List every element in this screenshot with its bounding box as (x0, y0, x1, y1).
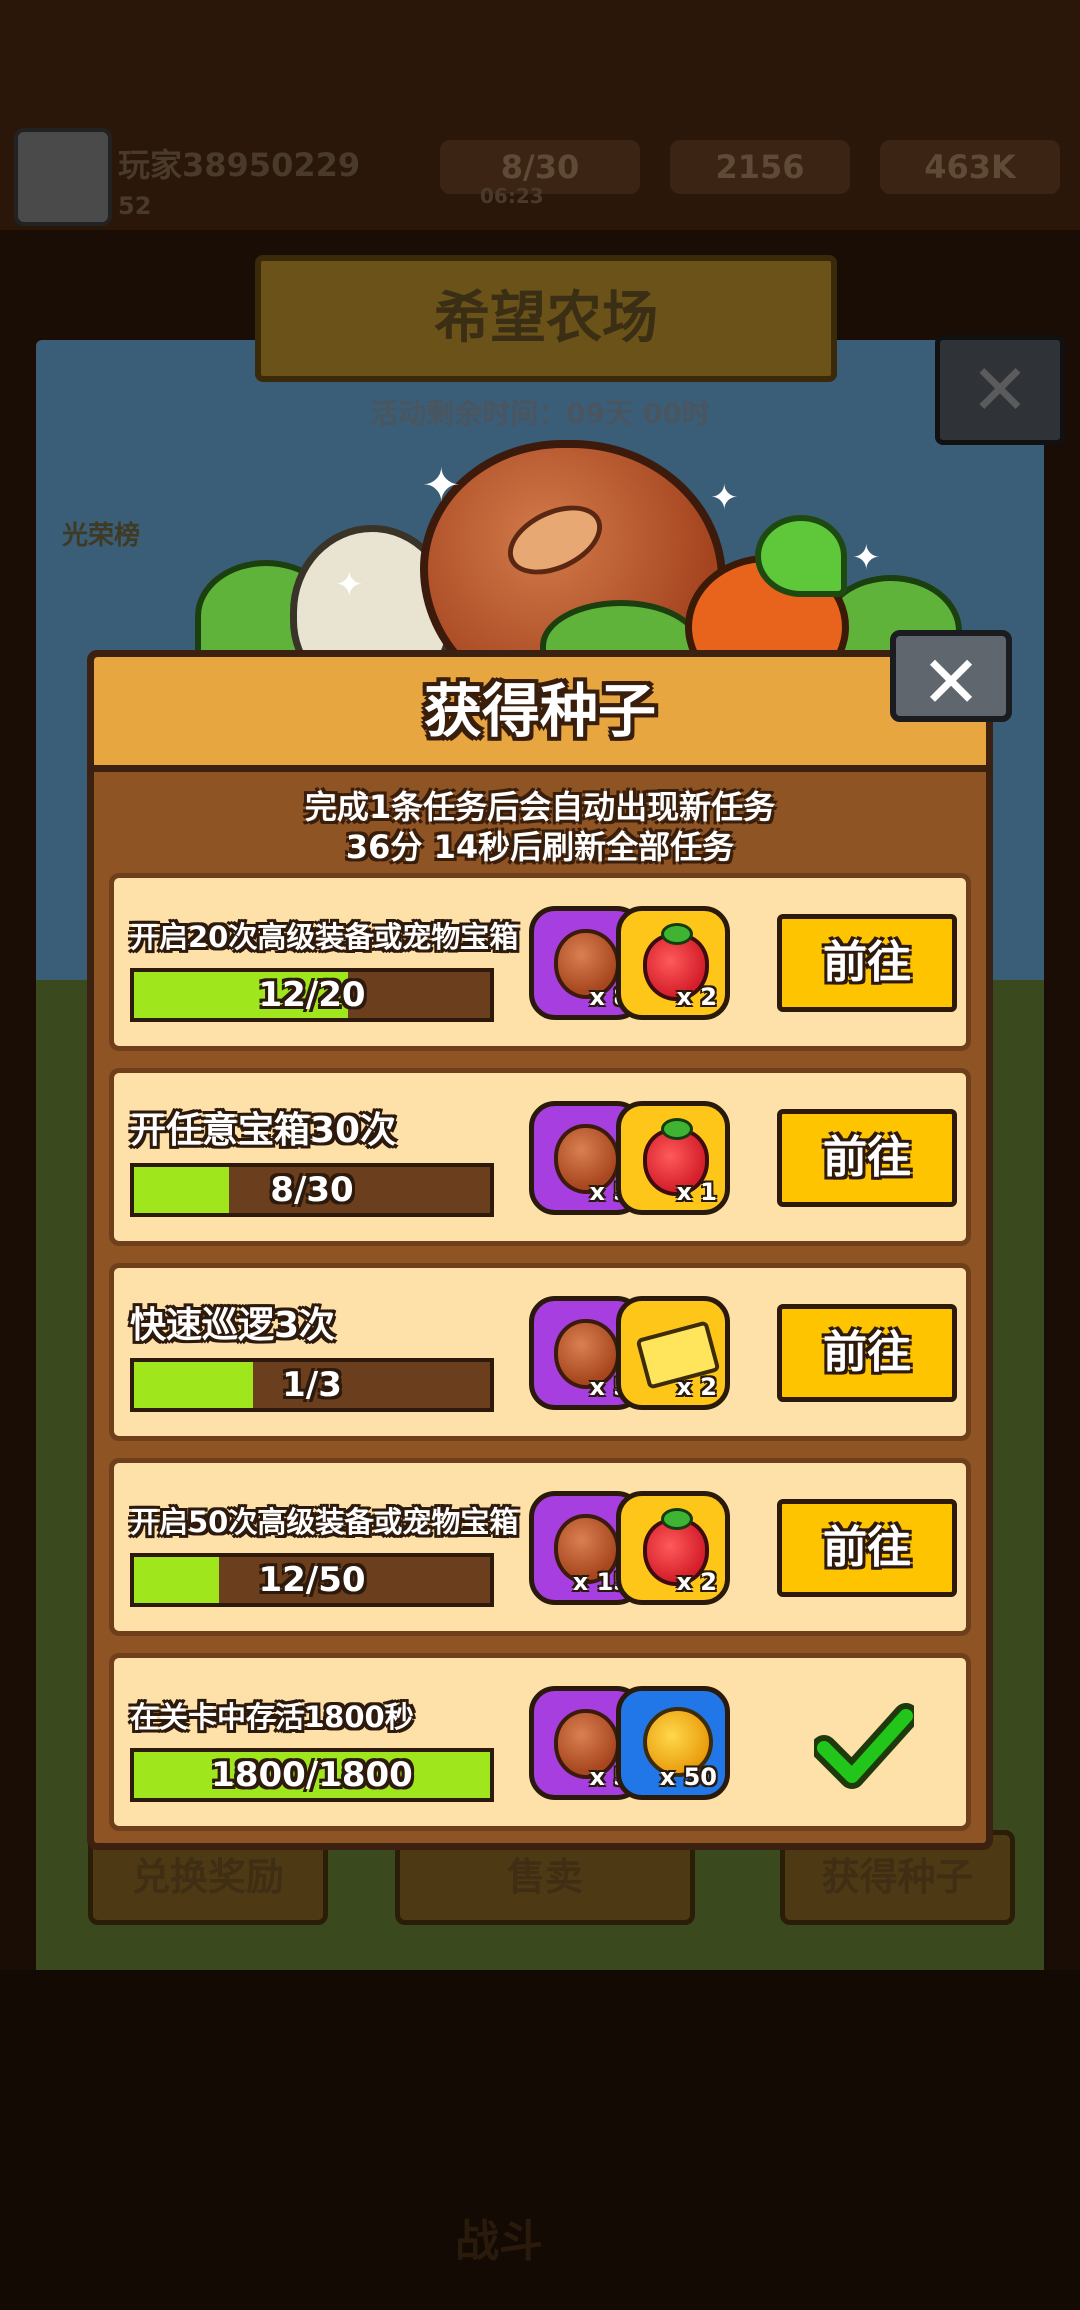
reward-slot[interactable]: x 2 (616, 1491, 730, 1605)
task-progress-text: 12/20 (258, 975, 366, 1015)
redeem-rewards-label: 兑换奖励 (131, 1855, 284, 1899)
farm-title-banner: 希望农场 (255, 255, 837, 382)
player-name: 玩家38950229 (118, 146, 361, 184)
task-row: 开启50次高级装备或宠物宝箱 12/50 x 15 x 2 前往 (109, 1458, 971, 1636)
task-progress-text: 1/3 (282, 1365, 342, 1405)
reward-slot[interactable]: x 2 (616, 1296, 730, 1410)
task-progress-bar: 12/20 (130, 968, 494, 1022)
refresh-timer-text: 36分 14秒后刷新全部任务 (345, 828, 735, 866)
energy-timer: 06:23 (480, 184, 544, 208)
task-progress-bar: 8/30 (130, 1163, 494, 1217)
task-progress-text: 1800/1800 (211, 1755, 413, 1795)
task-progress-bar: 1800/1800 (130, 1748, 494, 1802)
reward-count: x 2 (676, 983, 717, 1011)
honor-board-label: 光荣榜 (62, 521, 141, 551)
dialog-title: 获得种子 (423, 677, 656, 745)
task-progress-bar: 12/50 (130, 1553, 494, 1607)
reward-count: x 1 (676, 1178, 717, 1206)
gems-counter: 2156 (670, 140, 850, 194)
task-row: 快速巡逻3次 1/3 x 5x 2 前往 (109, 1263, 971, 1441)
reward-slot[interactable]: x 50 (616, 1686, 730, 1800)
carrot-leaf (755, 515, 847, 597)
go-button[interactable]: 前往 (777, 914, 957, 1012)
coins-value: 463K (924, 148, 1016, 186)
reward-slot[interactable]: x 2 (616, 906, 730, 1020)
task-title: 开启20次高级装备或宠物宝箱 (130, 920, 519, 954)
sparkle-icon: ✦ (852, 538, 881, 578)
player-avatar (14, 128, 112, 226)
sparkle-icon: ✦ (422, 458, 461, 512)
task-title: 快速巡逻3次 (130, 1305, 336, 1346)
top-status-bar: 玩家38950229 52 8/30 06:23 2156 463K (0, 0, 1080, 230)
dialog-close-button[interactable]: ✕ (890, 630, 1012, 724)
fight-tab-label: 战斗 (455, 2216, 543, 2267)
task-row: 开任意宝箱30次 8/30 x 5x 1 前往 (109, 1068, 971, 1246)
task-progress-text: 8/30 (270, 1170, 354, 1210)
go-button[interactable]: 前往 (777, 1499, 957, 1597)
reward-count: x 2 (676, 1373, 717, 1401)
task-row: 在关卡中存活1800秒 1800/1800 x 5x 50 (109, 1653, 971, 1831)
go-button[interactable]: 前往 (777, 1109, 957, 1207)
close-icon: ✕ (920, 640, 982, 724)
get-seeds-bg-label: 获得种子 (821, 1855, 974, 1899)
task-title: 开任意宝箱30次 (130, 1110, 397, 1151)
go-button[interactable]: 前往 (777, 1304, 957, 1402)
farm-title: 希望农场 (434, 286, 658, 351)
task-row: 开启20次高级装备或宠物宝箱 12/20 x 8x 2 前往 (109, 873, 971, 1051)
reward-count: x 50 (659, 1763, 717, 1791)
gems-value: 2156 (715, 148, 805, 186)
coins-counter: 463K (880, 140, 1060, 194)
task-title: 在关卡中存活1800秒 (130, 1700, 414, 1734)
background-close-button: ✕ (935, 335, 1065, 445)
dialog-header: 获得种子 (94, 657, 986, 772)
task-progress-text: 12/50 (258, 1560, 366, 1600)
energy-value: 8/30 (500, 148, 580, 186)
get-seeds-dialog: 获得种子 完成1条任务后会自动出现新任务 36分 14秒后刷新全部任务 开启20… (87, 650, 993, 1850)
sparkle-icon: ✦ (335, 565, 364, 605)
reward-slot[interactable]: x 1 (616, 1101, 730, 1215)
sparkle-icon: ✦ (710, 478, 739, 518)
task-progress-bar: 1/3 (130, 1358, 494, 1412)
reward-count: x 2 (676, 1568, 717, 1596)
player-level: 52 (118, 192, 152, 220)
task-title: 开启50次高级装备或宠物宝箱 (130, 1505, 519, 1539)
sell-label: 售卖 (506, 1855, 583, 1899)
checkmark-icon (814, 1703, 914, 1789)
event-timer: 活动剩余时间：09天 00时 (370, 397, 710, 430)
